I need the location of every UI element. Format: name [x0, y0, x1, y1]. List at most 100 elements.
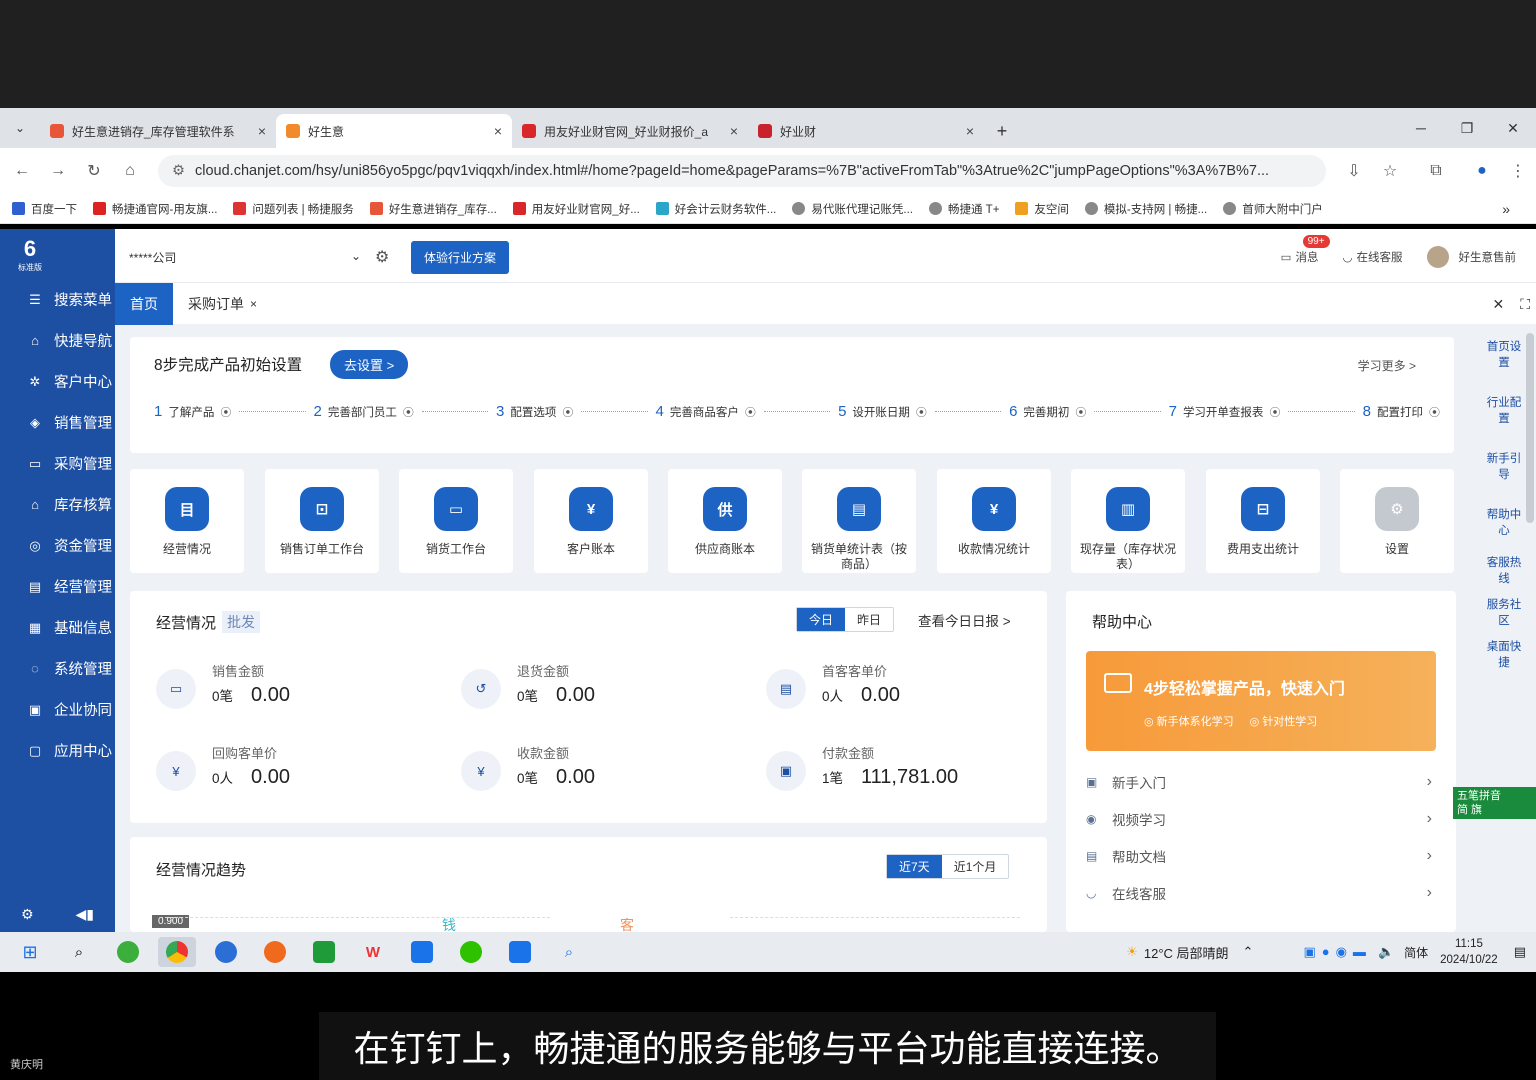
bookmark[interactable]: 问题列表 | 畅捷服务 [233, 201, 354, 217]
back-icon[interactable]: ← [4, 162, 40, 180]
firefox-icon[interactable] [256, 937, 294, 967]
tab-purchase-order[interactable]: 采购订单 × [173, 283, 272, 325]
close-icon[interactable]: × [494, 123, 502, 139]
bookmark[interactable]: 首师大附中门户 [1223, 201, 1323, 217]
right-nav-guide[interactable]: 新手引导 [1484, 451, 1524, 483]
scrollbar[interactable] [1526, 333, 1534, 523]
close-icon[interactable]: × [258, 123, 266, 139]
close-icon[interactable]: × [730, 123, 738, 139]
app-search-icon[interactable]: ⌕ [550, 937, 588, 967]
url-field[interactable]: ⚙ cloud.chanjet.com/hsy/uni856yo5pgc/pqv1… [158, 155, 1326, 187]
shortcut-tile[interactable]: ¥ 收款情况统计 [937, 469, 1051, 573]
browser-tab-4[interactable]: 好业财 × [748, 114, 984, 148]
wechat-icon[interactable] [452, 937, 490, 967]
sidebar-item-apps[interactable]: ▢ 应用中心 [0, 730, 115, 771]
menu-icon[interactable]: ⋮ [1500, 161, 1536, 181]
sidebar-item-business[interactable]: ▤ 经营管理 [0, 566, 115, 607]
shortcut-tile[interactable]: ⊡ 销售订单工作台 [265, 469, 379, 573]
sidebar-item-basic[interactable]: ▦ 基础信息 [0, 607, 115, 648]
yesterday-button[interactable]: 昨日 [845, 608, 893, 631]
bookmark[interactable]: 易代账代理记账凭... [792, 201, 913, 217]
app-blue-icon[interactable] [207, 937, 245, 967]
bookmark[interactable]: 用友好业财官网_好... [512, 201, 640, 217]
sidebar-item-funds[interactable]: ◎ 资金管理 [0, 525, 115, 566]
tab-search-icon[interactable]: ⌄ [0, 108, 40, 148]
profile-icon[interactable]: ● [1464, 162, 1500, 180]
close-icon[interactable]: × [250, 297, 257, 311]
gear-icon[interactable]: ⚙ [375, 247, 395, 267]
right-nav-desktop[interactable]: 桌面快捷 [1484, 639, 1524, 671]
new-tab-button[interactable]: + [984, 114, 1020, 148]
help-item-service[interactable]: ◡ 在线客服 › [1086, 874, 1436, 911]
restore-button[interactable]: ❐ [1444, 108, 1490, 148]
setup-step[interactable]: 1 了解产品 ⦿ [154, 403, 231, 420]
shortcut-tile[interactable]: ▤ 销货单统计表（按商品） [802, 469, 916, 573]
home-icon[interactable]: ⌂ [112, 162, 148, 180]
setup-step[interactable]: 4 完善商品客户 ⦿ [656, 403, 756, 420]
collapse-sidebar-icon[interactable]: ◀▮ [76, 906, 94, 923]
setup-step[interactable]: 2 完善部门员工 ⦿ [314, 403, 414, 420]
chrome-icon[interactable] [158, 937, 196, 967]
bookmark[interactable]: 好会计云财务软件... [655, 201, 776, 217]
ime-toolbar[interactable]: 五笔拼音简 旗 [1453, 787, 1536, 819]
sidebar-item-inventory[interactable]: ⌂ 库存核算 [0, 484, 115, 525]
sidebar-item-customer[interactable]: ✲ 客户中心 [0, 361, 115, 402]
settings-gear-icon[interactable]: ⚙ [21, 906, 34, 923]
browser-tab-3[interactable]: 用友好业财官网_好业财报价_a × [512, 114, 748, 148]
help-banner[interactable]: 4步轻松掌握产品，快速入门 ◎ 新手体系化学习 ◎ 针对性学习 [1086, 651, 1436, 751]
go-setup-button[interactable]: 去设置 > [330, 350, 409, 379]
bookmark-star-icon[interactable]: ☆ [1372, 161, 1408, 181]
window-close-button[interactable]: ✕ [1490, 108, 1536, 148]
clock[interactable]: 11:15 2024/10/22 [1440, 936, 1498, 968]
learn-more-link[interactable]: 学习更多 > [1358, 357, 1416, 374]
setup-step[interactable]: 7 学习开单查报表 ⦿ [1169, 403, 1281, 420]
install-icon[interactable]: ⇩ [1336, 161, 1372, 181]
sidebar-item-system[interactable]: ◌ 系统管理 [0, 648, 115, 689]
right-nav-home-settings[interactable]: 首页设置 [1484, 339, 1524, 371]
search-icon[interactable]: ⌕ [60, 937, 98, 967]
bookmark[interactable]: 百度一下 [12, 201, 77, 217]
notification-icon[interactable]: ▤ [1514, 944, 1526, 960]
bookmark[interactable]: 模拟-支持网 | 畅捷... [1084, 201, 1207, 217]
shortcut-tile[interactable]: ▥ 现存量（库存状况表） [1071, 469, 1185, 573]
browser-tab-1[interactable]: 好生意进销存_库存管理软件系 × [40, 114, 276, 148]
shortcut-tile[interactable]: ¥ 客户账本 [534, 469, 648, 573]
minimize-button[interactable]: ─ [1398, 108, 1444, 148]
tab-home[interactable]: 首页 [115, 282, 173, 325]
help-item-docs[interactable]: ▤ 帮助文档 › [1086, 837, 1436, 874]
bookmark[interactable]: 好生意进销存_库存... [369, 201, 497, 217]
extensions-icon[interactable]: ⧉ [1418, 162, 1454, 180]
shortcut-tile[interactable]: ⊟ 费用支出统计 [1206, 469, 1320, 573]
try-industry-button[interactable]: 体验行业方案 [411, 240, 510, 274]
shortcut-tile[interactable]: ⚙ 设置 [1340, 469, 1454, 573]
sidebar-item-search[interactable]: ☰ 搜索菜单 [0, 279, 115, 320]
bookmark[interactable]: 友空间 [1015, 201, 1069, 217]
speaker-icon[interactable]: 🔈 [1378, 944, 1394, 960]
today-button[interactable]: 今日 [797, 608, 846, 631]
sidebar-item-sales[interactable]: ◈ 销售管理 [0, 402, 115, 443]
sidebar-item-quicknav[interactable]: ⌂ 快捷导航 [0, 320, 115, 361]
messages-button[interactable]: ▭ 消息 99+ [1281, 235, 1330, 265]
bookmark[interactable]: 畅捷通 T+ [928, 201, 999, 217]
right-nav-help[interactable]: 帮助中心 [1484, 507, 1524, 539]
forward-icon[interactable]: → [40, 162, 76, 180]
company-select[interactable]: *****公司 ⌄ [129, 249, 369, 266]
shortcut-tile[interactable]: 供供应商账本 [668, 469, 782, 573]
bookmarks-more-icon[interactable]: » [1502, 201, 1510, 217]
sidebar-item-purchase[interactable]: ▭ 采购管理 [0, 443, 115, 484]
right-nav-hotline[interactable]: 客服热线 [1484, 555, 1524, 587]
online-service-button[interactable]: ◡ 在线客服 [1342, 249, 1402, 265]
tray-icons[interactable]: ▣●◉▬ [1303, 944, 1371, 960]
fullscreen-icon[interactable]: ⛶ [1520, 296, 1530, 313]
daily-report-link[interactable]: 查看今日日报 > [918, 610, 1011, 630]
app-green-icon[interactable] [305, 937, 343, 967]
right-nav-industry[interactable]: 行业配置 [1484, 395, 1524, 427]
close-icon[interactable]: × [966, 123, 974, 139]
site-info-icon[interactable]: ⚙ [172, 163, 185, 179]
last-7-days-button[interactable]: 近7天 [887, 855, 942, 878]
tray-chevron-icon[interactable]: ⌃ [1243, 944, 1254, 960]
reload-icon[interactable]: ↻ [76, 161, 112, 181]
setup-step[interactable]: 3 配置选项 ⦿ [496, 403, 573, 420]
start-icon[interactable]: ⊞ [11, 937, 49, 967]
dingtalk-icon[interactable] [403, 937, 441, 967]
